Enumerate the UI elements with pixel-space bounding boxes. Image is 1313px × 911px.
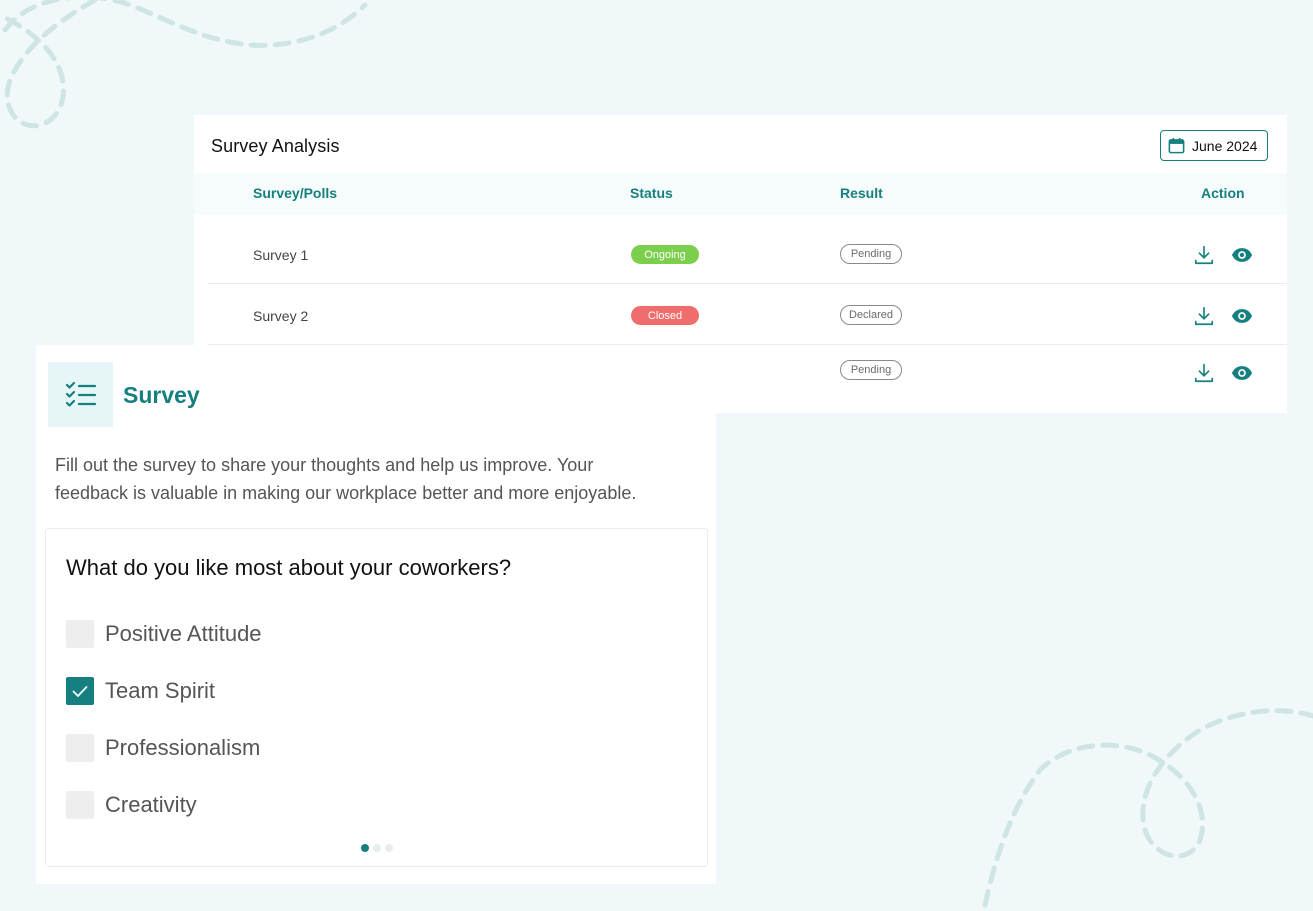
survey-description-line: Fill out the survey to share your though…	[55, 455, 594, 475]
pagination-dots	[361, 844, 393, 852]
download-icon	[1194, 306, 1214, 326]
checklist-icon	[65, 381, 96, 407]
question-card: What do you like most about your coworke…	[45, 528, 708, 867]
view-button[interactable]	[1231, 244, 1253, 266]
checkmark-icon	[72, 686, 88, 697]
question-text: What do you like most about your coworke…	[66, 555, 512, 580]
result-badge: Pending	[840, 244, 902, 264]
pagination-dot[interactable]	[373, 844, 381, 852]
checkbox-checked[interactable]	[66, 677, 94, 705]
calendar-icon	[1168, 137, 1185, 154]
option-label: Positive Attitude	[105, 621, 262, 646]
eye-icon	[1231, 309, 1253, 323]
option-creativity[interactable]: Creativity	[66, 791, 197, 819]
view-button[interactable]	[1231, 362, 1253, 384]
survey-description-line: feedback is valuable in making our workp…	[55, 483, 637, 503]
checkbox[interactable]	[66, 734, 94, 762]
download-icon	[1194, 363, 1214, 383]
eye-icon	[1231, 366, 1253, 380]
column-header-result: Result	[840, 185, 883, 201]
survey-name: Survey 2	[253, 308, 309, 324]
download-icon	[1194, 245, 1214, 265]
page: Survey Analysis June 2024 Survey/Polls S…	[0, 0, 1313, 911]
status-badge: Ongoing	[631, 245, 699, 264]
option-label: Creativity	[105, 792, 197, 817]
survey-icon-container	[48, 362, 113, 427]
table-header: Survey/Polls Status Result Action	[194, 173, 1287, 215]
table-row: Survey 2 Closed Declared	[208, 287, 1287, 345]
checkbox[interactable]	[66, 791, 94, 819]
result-badge: Pending	[840, 360, 902, 380]
download-button[interactable]	[1193, 305, 1215, 327]
column-header-status: Status	[630, 185, 673, 201]
column-header-survey-polls: Survey/Polls	[253, 185, 338, 201]
survey-card: Survey Fill out the survey to share your…	[36, 345, 716, 884]
survey-analysis-title: Survey Analysis	[211, 136, 340, 156]
date-filter-button[interactable]: June 2024	[1160, 130, 1268, 161]
download-button[interactable]	[1193, 244, 1215, 266]
option-label: Professionalism	[105, 735, 261, 760]
survey-name: Survey 1	[253, 247, 309, 263]
option-positive-attitude[interactable]: Positive Attitude	[66, 620, 262, 648]
table-row: Survey 1 Ongoing Pending	[208, 226, 1287, 284]
column-header-action: Action	[1201, 185, 1245, 201]
option-label: Team Spirit	[105, 678, 216, 703]
view-button[interactable]	[1231, 305, 1253, 327]
survey-title: Survey	[123, 382, 200, 408]
option-team-spirit[interactable]: Team Spirit	[66, 677, 215, 705]
option-professionalism[interactable]: Professionalism	[66, 734, 260, 762]
pagination-dot-active[interactable]	[361, 844, 369, 852]
pagination-dot[interactable]	[385, 844, 393, 852]
checkbox[interactable]	[66, 620, 94, 648]
eye-icon	[1231, 248, 1253, 262]
survey-description: Fill out the survey to share your though…	[55, 451, 715, 507]
download-button[interactable]	[1193, 362, 1215, 384]
result-badge: Declared	[840, 305, 902, 325]
date-filter-label: June 2024	[1192, 137, 1258, 154]
status-badge: Closed	[631, 306, 699, 325]
